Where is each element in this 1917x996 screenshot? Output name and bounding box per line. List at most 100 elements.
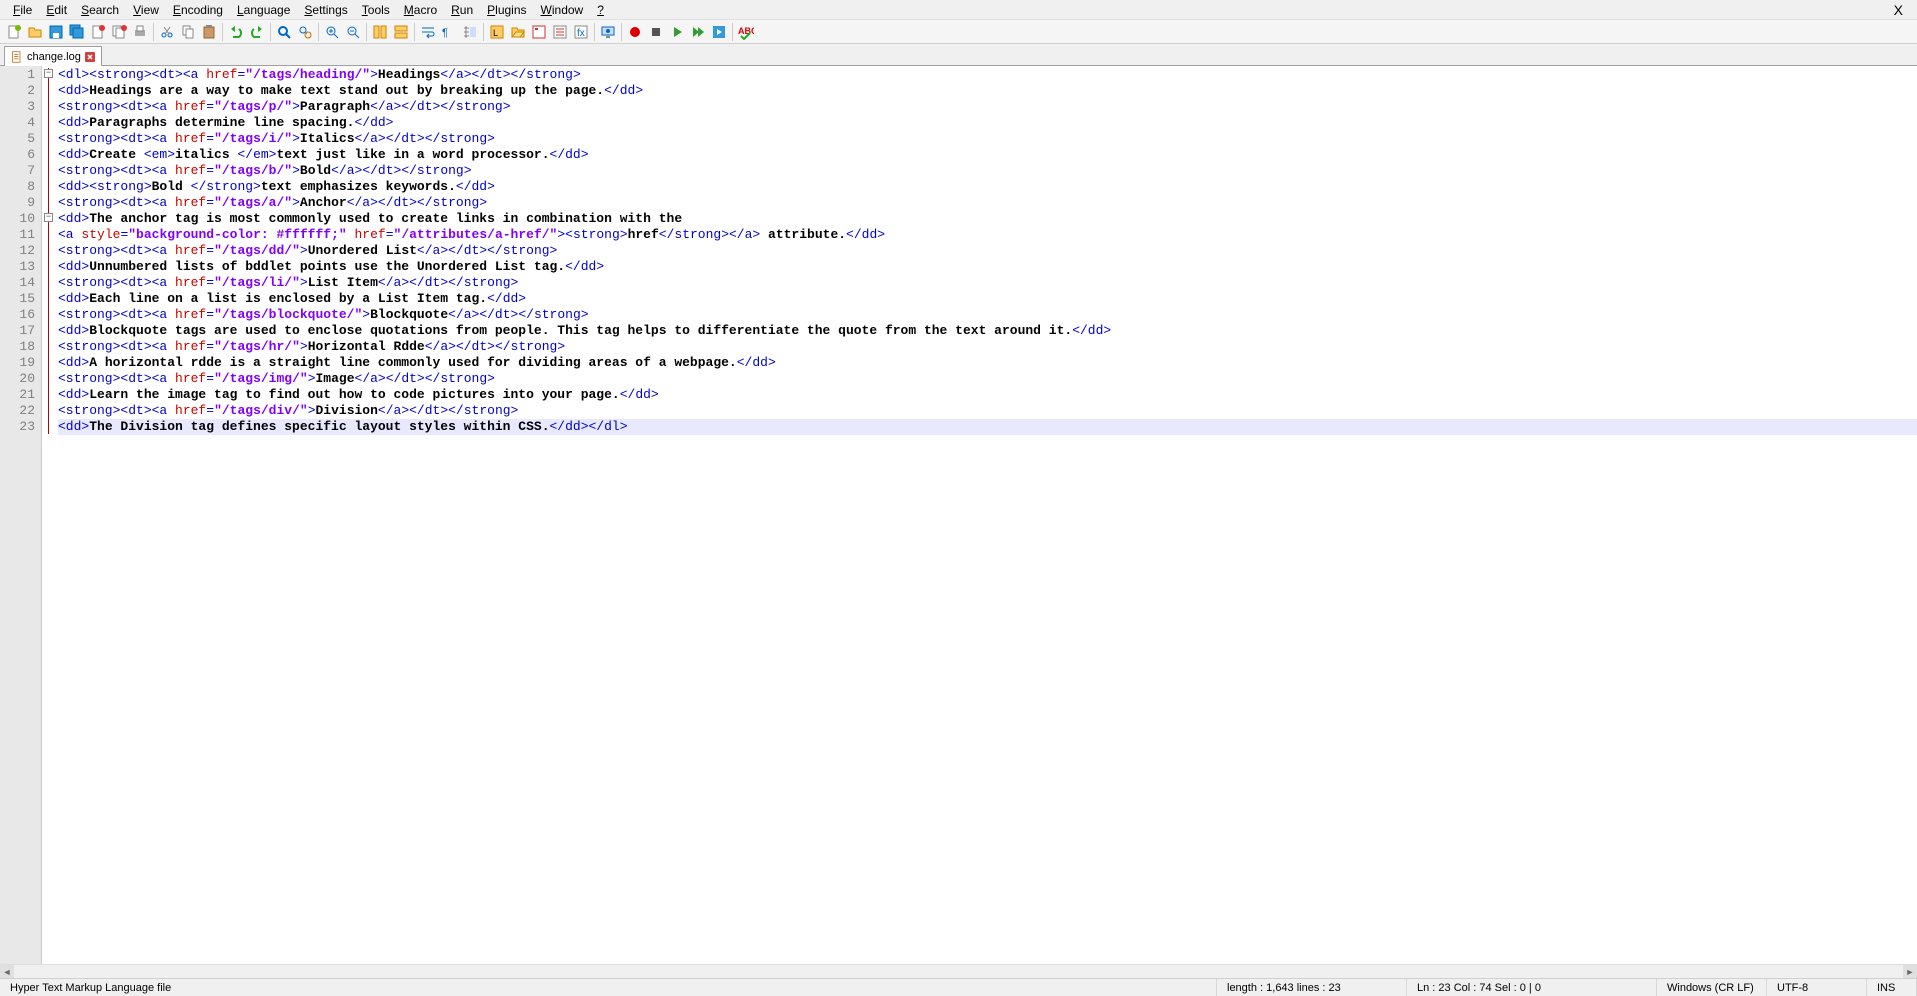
menu-search[interactable]: Search bbox=[74, 1, 126, 19]
fold-column[interactable]: −− bbox=[42, 66, 56, 964]
tab-change-log[interactable]: change.log bbox=[4, 46, 102, 66]
code-line[interactable]: <strong><dt><a href="/tags/div/">Divisio… bbox=[58, 403, 1917, 419]
line-number: 22 bbox=[0, 403, 35, 419]
code-line[interactable]: <dl><strong><dt><a href="/tags/heading/"… bbox=[58, 67, 1917, 83]
lang-udl-button[interactable]: L bbox=[487, 22, 507, 42]
code-line[interactable]: <dd>Each line on a list is enclosed by a… bbox=[58, 291, 1917, 307]
code-line[interactable]: <strong><dt><a href="/tags/p/">Paragraph… bbox=[58, 99, 1917, 115]
code-line[interactable]: <strong><dt><a href="/tags/b/">Bold</a><… bbox=[58, 163, 1917, 179]
new-file-button[interactable] bbox=[4, 22, 24, 42]
code-line[interactable]: <strong><dt><a href="/tags/li/">List Ite… bbox=[58, 275, 1917, 291]
func-list-button[interactable]: fx bbox=[571, 22, 591, 42]
menu-edit[interactable]: Edit bbox=[39, 1, 74, 19]
code-line[interactable]: <strong><dt><a href="/tags/hr/">Horizont… bbox=[58, 339, 1917, 355]
code-line[interactable]: <dd>The anchor tag is most commonly used… bbox=[58, 211, 1917, 227]
copy-button[interactable] bbox=[178, 22, 198, 42]
menu-tools[interactable]: Tools bbox=[355, 1, 397, 19]
doc-list-button[interactable] bbox=[550, 22, 570, 42]
fold-toggle[interactable]: − bbox=[44, 69, 53, 78]
line-number: 6 bbox=[0, 147, 35, 163]
status-encoding[interactable]: UTF-8 bbox=[1767, 979, 1867, 996]
folder-doc-button[interactable] bbox=[508, 22, 528, 42]
cut-button[interactable] bbox=[157, 22, 177, 42]
sync-v-button[interactable] bbox=[370, 22, 390, 42]
menu-view[interactable]: View bbox=[126, 1, 166, 19]
svg-text:L: L bbox=[493, 28, 498, 38]
code-line[interactable]: <dd>The Division tag defines specific la… bbox=[58, 419, 1917, 435]
tab-bar: change.log bbox=[0, 44, 1917, 66]
toolbar-separator bbox=[222, 23, 223, 41]
wordwrap-button[interactable] bbox=[418, 22, 438, 42]
menu-settings[interactable]: Settings bbox=[297, 1, 354, 19]
sync-h-button[interactable] bbox=[391, 22, 411, 42]
sync-v-icon bbox=[372, 24, 388, 40]
zoom-out-button[interactable] bbox=[343, 22, 363, 42]
code-line[interactable]: <a style="background-color: #ffffff;" hr… bbox=[58, 227, 1917, 243]
monitor-button[interactable] bbox=[598, 22, 618, 42]
save-all-icon bbox=[69, 24, 85, 40]
save-all-button[interactable] bbox=[67, 22, 87, 42]
menu-run[interactable]: Run bbox=[444, 1, 480, 19]
code-line[interactable]: <strong><dt><a href="/tags/i/">Italics</… bbox=[58, 131, 1917, 147]
monitor-icon bbox=[600, 24, 616, 40]
print-button[interactable] bbox=[130, 22, 150, 42]
menu-plugins[interactable]: Plugins bbox=[480, 1, 533, 19]
code-line[interactable]: <dd>Paragraphs determine line spacing.</… bbox=[58, 115, 1917, 131]
show-all-button[interactable]: ¶ bbox=[439, 22, 459, 42]
scroll-right-icon[interactable]: ► bbox=[1903, 965, 1917, 979]
spellcheck-button[interactable]: ABC bbox=[736, 22, 756, 42]
line-number: 17 bbox=[0, 323, 35, 339]
undo-button[interactable] bbox=[226, 22, 246, 42]
line-number: 14 bbox=[0, 275, 35, 291]
line-number: 16 bbox=[0, 307, 35, 323]
save-file-button[interactable] bbox=[46, 22, 66, 42]
close-icon[interactable] bbox=[85, 52, 95, 62]
code-line[interactable]: <dd>Unnumbered lists of bddlet points us… bbox=[58, 259, 1917, 275]
code-line[interactable]: <strong><dt><a href="/tags/dd/">Unordere… bbox=[58, 243, 1917, 259]
editor[interactable]: 1234567891011121314151617181920212223 −−… bbox=[0, 66, 1917, 964]
code-line[interactable]: <dd>Blockquote tags are used to enclose … bbox=[58, 323, 1917, 339]
code-line[interactable]: <dd>Headings are a way to make text stan… bbox=[58, 83, 1917, 99]
code-line[interactable]: <dd>A horizontal rdde is a straight line… bbox=[58, 355, 1917, 371]
code-line[interactable]: <strong><dt><a href="/tags/a/">Anchor</a… bbox=[58, 195, 1917, 211]
open-file-icon bbox=[27, 24, 43, 40]
indent-guide-button[interactable] bbox=[460, 22, 480, 42]
horizontal-scrollbar[interactable]: ◄ ► bbox=[0, 964, 1917, 978]
replace-button[interactable] bbox=[295, 22, 315, 42]
stop-macro-button[interactable] bbox=[646, 22, 666, 42]
record-macro-button[interactable] bbox=[625, 22, 645, 42]
scroll-left-icon[interactable]: ◄ bbox=[0, 965, 14, 979]
close-all-button[interactable] bbox=[109, 22, 129, 42]
play-multi-icon bbox=[690, 24, 706, 40]
redo-button[interactable] bbox=[247, 22, 267, 42]
code-line[interactable]: <strong><dt><a href="/tags/img/">Image</… bbox=[58, 371, 1917, 387]
save-macro-button[interactable] bbox=[709, 22, 729, 42]
status-mode[interactable]: INS bbox=[1867, 979, 1917, 996]
find-button[interactable] bbox=[274, 22, 294, 42]
play-macro-button[interactable] bbox=[667, 22, 687, 42]
code-line[interactable]: <dd>Create <em>italics </em>text just li… bbox=[58, 147, 1917, 163]
code-area[interactable]: <dl><strong><dt><a href="/tags/heading/"… bbox=[56, 66, 1917, 964]
menu-language[interactable]: Language bbox=[230, 1, 297, 19]
zoom-in-button[interactable] bbox=[322, 22, 342, 42]
menu-file[interactable]: File bbox=[6, 1, 39, 19]
status-eol[interactable]: Windows (CR LF) bbox=[1657, 979, 1767, 996]
code-line[interactable]: <dd>Learn the image tag to find out how … bbox=[58, 387, 1917, 403]
open-file-button[interactable] bbox=[25, 22, 45, 42]
code-line[interactable]: <dd><strong>Bold </strong>text emphasize… bbox=[58, 179, 1917, 195]
menu-help[interactable]: ? bbox=[590, 1, 611, 19]
menu-encoding[interactable]: Encoding bbox=[166, 1, 230, 19]
menu-macro[interactable]: Macro bbox=[397, 1, 444, 19]
menu-window[interactable]: Window bbox=[534, 1, 591, 19]
fold-toggle[interactable]: − bbox=[44, 213, 53, 222]
toolbar-separator bbox=[732, 23, 733, 41]
play-multi-button[interactable] bbox=[688, 22, 708, 42]
file-icon bbox=[11, 51, 23, 63]
close-file-icon bbox=[90, 24, 106, 40]
code-line[interactable]: <strong><dt><a href="/tags/blockquote/">… bbox=[58, 307, 1917, 323]
close-all-icon bbox=[111, 24, 127, 40]
doc-map-button[interactable] bbox=[529, 22, 549, 42]
paste-button[interactable] bbox=[199, 22, 219, 42]
window-close-button[interactable]: X bbox=[1886, 2, 1911, 18]
close-file-button[interactable] bbox=[88, 22, 108, 42]
